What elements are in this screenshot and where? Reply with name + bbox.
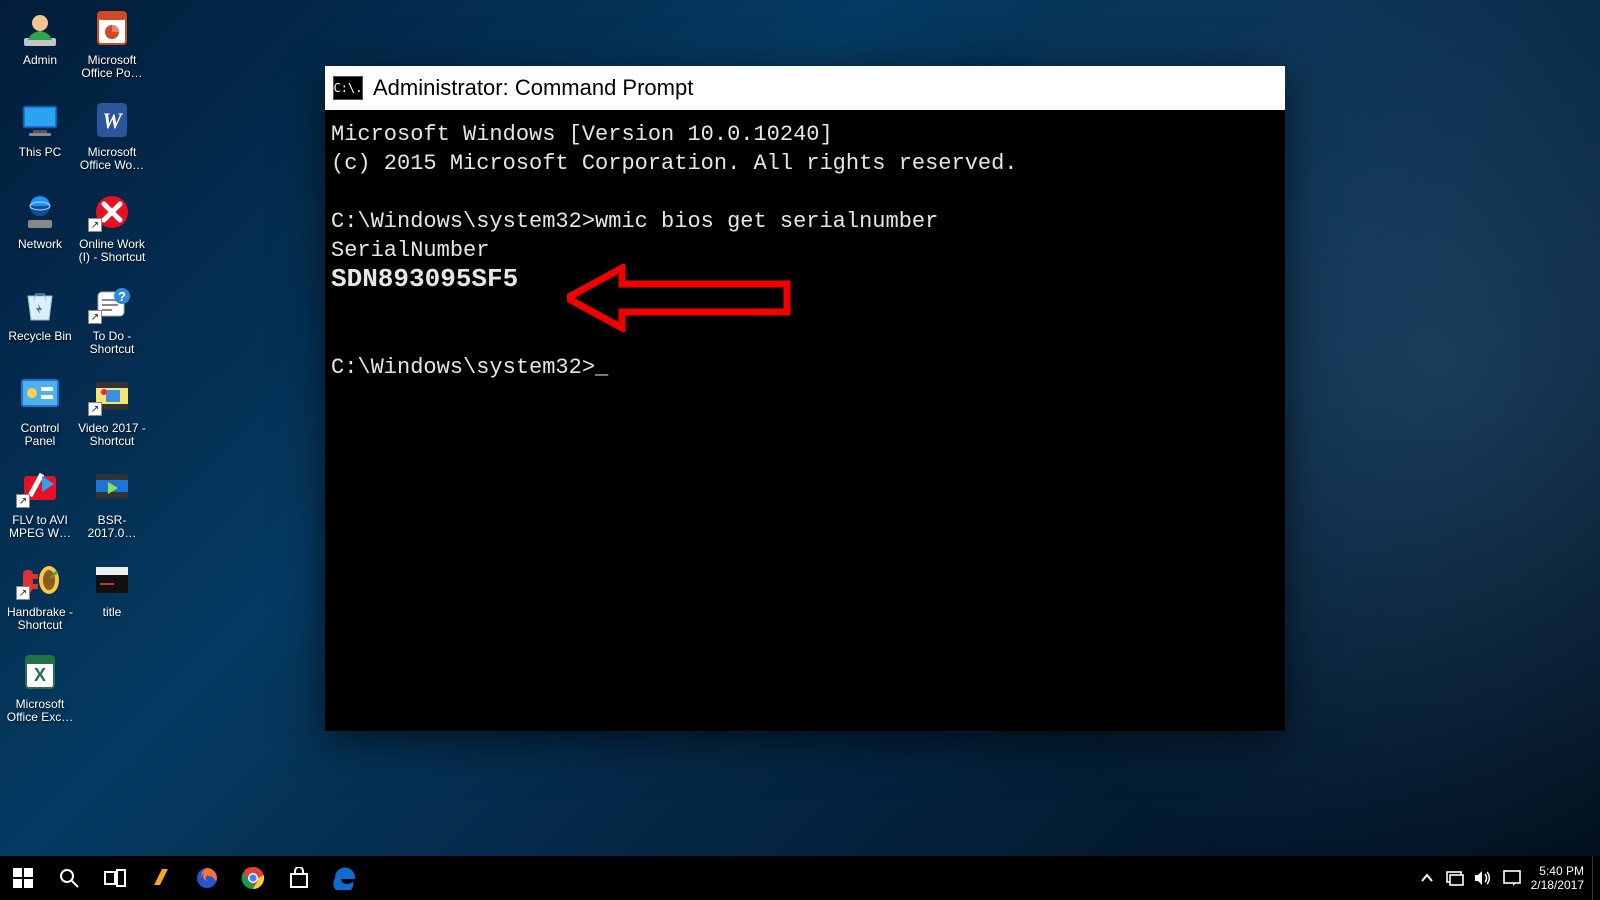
powerpoint-icon [90, 6, 134, 50]
desktop-icon-label: Online Work (I) - Shortcut [77, 238, 147, 264]
shortcut-arrow-icon: ↗ [88, 310, 102, 324]
taskbar-app-store[interactable] [276, 856, 322, 900]
desktop-icon-label: Recycle Bin [8, 330, 71, 343]
desktop-icon-label: To Do - Shortcut [77, 330, 147, 356]
serial-number: SDN893095SF5 [331, 264, 518, 294]
desktop-icon-label: FLV to AVI MPEG W… [5, 514, 75, 540]
desktop-icon-network[interactable]: Network [4, 190, 76, 264]
svg-text:W: W [102, 108, 123, 133]
taskbar-clock[interactable]: 5:40 PM 2/18/2017 [1527, 856, 1592, 900]
this-pc-icon [18, 98, 62, 142]
excel-icon: X [18, 650, 62, 694]
monitor-network-icon [1446, 870, 1464, 886]
desktop-icon-label: Network [18, 238, 62, 251]
chrome-icon [241, 866, 265, 890]
recycle-bin-icon [18, 282, 62, 326]
bsr-icon [90, 466, 134, 510]
desktop-icon-label: Video 2017 - Shortcut [77, 422, 147, 448]
cmd-icon: C:\. [333, 76, 363, 100]
desktop-icon-title[interactable]: title [76, 558, 148, 632]
tray-notifications-button[interactable] [1497, 856, 1527, 900]
terminal-prompt: C:\Windows\system32> [331, 355, 595, 380]
volume-icon [1474, 870, 1492, 886]
desktop-icon-todo[interactable]: ? ↗ To Do - Shortcut [76, 282, 148, 356]
network-icon [18, 190, 62, 234]
taskbar-app-edge[interactable] [322, 856, 368, 900]
desktop-icon-control-panel[interactable]: Control Panel [4, 374, 76, 448]
winamp-icon [150, 867, 172, 889]
desktop-icon-bsr[interactable]: BSR-2017.0… [76, 466, 148, 540]
task-view-button[interactable] [92, 856, 138, 900]
svg-text:?: ? [118, 289, 126, 304]
tray-overflow-button[interactable] [1413, 856, 1441, 900]
taskbar-app-firefox[interactable] [184, 856, 230, 900]
terminal-cursor [595, 355, 608, 380]
desktop-icon-label: This PC [19, 146, 62, 159]
title-icon [90, 558, 134, 602]
search-button[interactable] [46, 856, 92, 900]
tray-volume-button[interactable] [1469, 856, 1497, 900]
desktop-icon-word[interactable]: W Microsoft Office Wo… [76, 98, 148, 172]
window-titlebar[interactable]: C:\. Administrator: Command Prompt [325, 66, 1285, 110]
desktop-icon-label: Control Panel [5, 422, 75, 448]
desktop-icon-handbrake[interactable]: ↗ Handbrake - Shortcut [4, 558, 76, 632]
edge-icon [333, 866, 357, 890]
desktop-icon-excel[interactable]: X Microsoft Office Exc… [4, 650, 76, 724]
svg-text:X: X [34, 665, 46, 685]
task-view-icon [104, 869, 126, 887]
chevron-up-icon [1420, 871, 1434, 885]
desktop-icon-label: title [103, 606, 122, 619]
show-desktop-button[interactable] [1592, 856, 1600, 900]
desktop-icon-video[interactable]: ↗ Video 2017 - Shortcut [76, 374, 148, 448]
taskbar: 5:40 PM 2/18/2017 [0, 856, 1600, 900]
terminal-line: C:\Windows\system32>wmic bios get serial… [331, 209, 938, 234]
firefox-icon [195, 866, 219, 890]
notifications-icon [1503, 870, 1521, 886]
shortcut-arrow-icon: ↗ [88, 218, 102, 232]
control-panel-icon [18, 374, 62, 418]
desktop-icon-label: Microsoft Office Po… [77, 54, 147, 80]
desktop-icon-recycle-bin[interactable]: Recycle Bin [4, 282, 76, 356]
terminal-line: SerialNumber [331, 238, 489, 263]
admin-user-icon [18, 6, 62, 50]
taskbar-app-winamp[interactable] [138, 856, 184, 900]
shortcut-arrow-icon: ↗ [16, 494, 30, 508]
windows-logo-icon [13, 868, 33, 888]
clock-time: 5:40 PM [1531, 864, 1584, 878]
desktop-icon-label: Microsoft Office Wo… [77, 146, 147, 172]
shortcut-arrow-icon: ↗ [88, 402, 102, 416]
desktop-icon-powerpoint[interactable]: Microsoft Office Po… [76, 6, 148, 80]
search-icon [59, 868, 79, 888]
start-button[interactable] [0, 856, 46, 900]
shortcut-arrow-icon: ↗ [16, 586, 30, 600]
terminal-output[interactable]: Microsoft Windows [Version 10.0.10240] (… [325, 110, 1285, 388]
desktop-icon-online-work[interactable]: ↗ Online Work (I) - Shortcut [76, 190, 148, 264]
desktop-icon-label: Handbrake - Shortcut [5, 606, 75, 632]
terminal-line: Microsoft Windows [Version 10.0.10240] [331, 122, 833, 147]
taskbar-app-chrome[interactable] [230, 856, 276, 900]
terminal-line: (c) 2015 Microsoft Corporation. All righ… [331, 151, 1018, 176]
desktop-icon-label: BSR-2017.0… [77, 514, 147, 540]
command-prompt-window[interactable]: C:\. Administrator: Command Prompt Micro… [325, 66, 1285, 731]
desktop-icon-label: Admin [23, 54, 57, 67]
store-icon [288, 867, 310, 889]
word-icon: W [90, 98, 134, 142]
desktop-icon-admin[interactable]: Admin [4, 6, 76, 80]
tray-network-button[interactable] [1441, 856, 1469, 900]
desktop-icons: Admin Microsoft Office Po… [4, 6, 164, 724]
desktop-icon-flv-to-avi[interactable]: ↗ FLV to AVI MPEG W… [4, 466, 76, 540]
window-title: Administrator: Command Prompt [373, 75, 693, 101]
desktop-icon-this-pc[interactable]: This PC [4, 98, 76, 172]
clock-date: 2/18/2017 [1531, 878, 1584, 892]
desktop-icon-label: Microsoft Office Exc… [5, 698, 75, 724]
